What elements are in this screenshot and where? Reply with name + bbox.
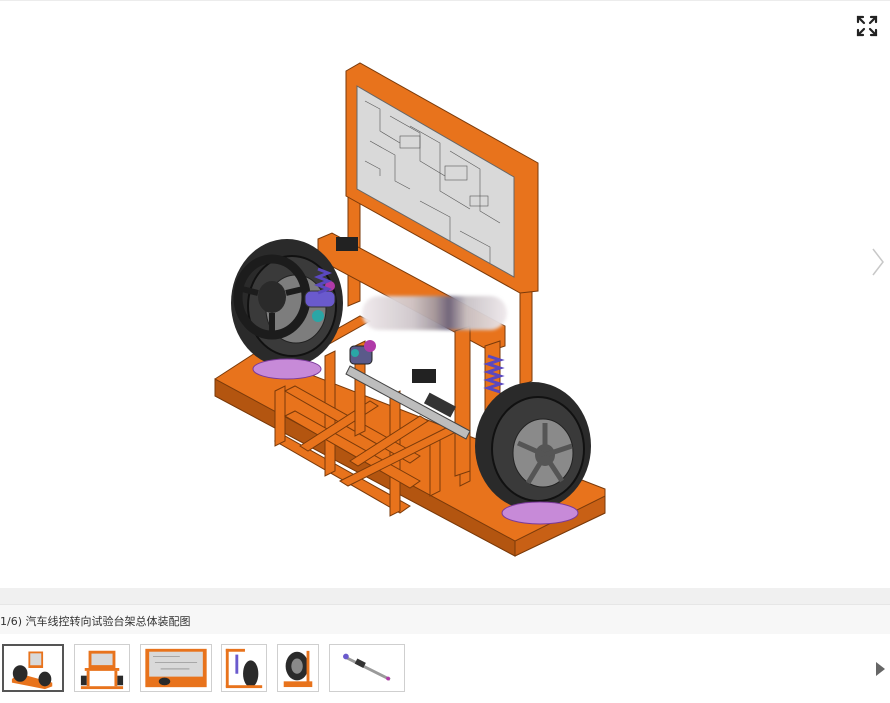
left-turntable bbox=[252, 358, 322, 380]
caption-bar: 1/6) 汽车线控转向试验台架总体装配图 bbox=[0, 604, 890, 634]
thumbnail-strip bbox=[0, 634, 890, 703]
right-turntable bbox=[501, 501, 579, 525]
thumb-side-view[interactable] bbox=[221, 644, 267, 692]
sensor-box-top bbox=[336, 237, 358, 251]
thumb-front-view[interactable] bbox=[74, 644, 130, 692]
thumb-assembly-iso[interactable] bbox=[2, 644, 64, 692]
expand-arrows-icon[interactable] bbox=[856, 15, 878, 37]
image-caption: 1/6) 汽车线控转向试验台架总体装配图 bbox=[0, 615, 191, 628]
blurred-watermark bbox=[362, 296, 507, 330]
triangle-right-icon[interactable] bbox=[874, 661, 886, 677]
thumb-board-view[interactable] bbox=[140, 644, 212, 692]
viewer-bottom-strip bbox=[0, 588, 890, 604]
image-viewer bbox=[0, 0, 890, 588]
chevron-right-icon[interactable] bbox=[870, 246, 886, 278]
main-image bbox=[214, 62, 606, 557]
thumb-rack-view[interactable] bbox=[329, 644, 405, 692]
right-wheel bbox=[475, 382, 591, 510]
sensor-box-mid bbox=[412, 369, 436, 383]
thumb-wheel-view[interactable] bbox=[277, 644, 319, 692]
